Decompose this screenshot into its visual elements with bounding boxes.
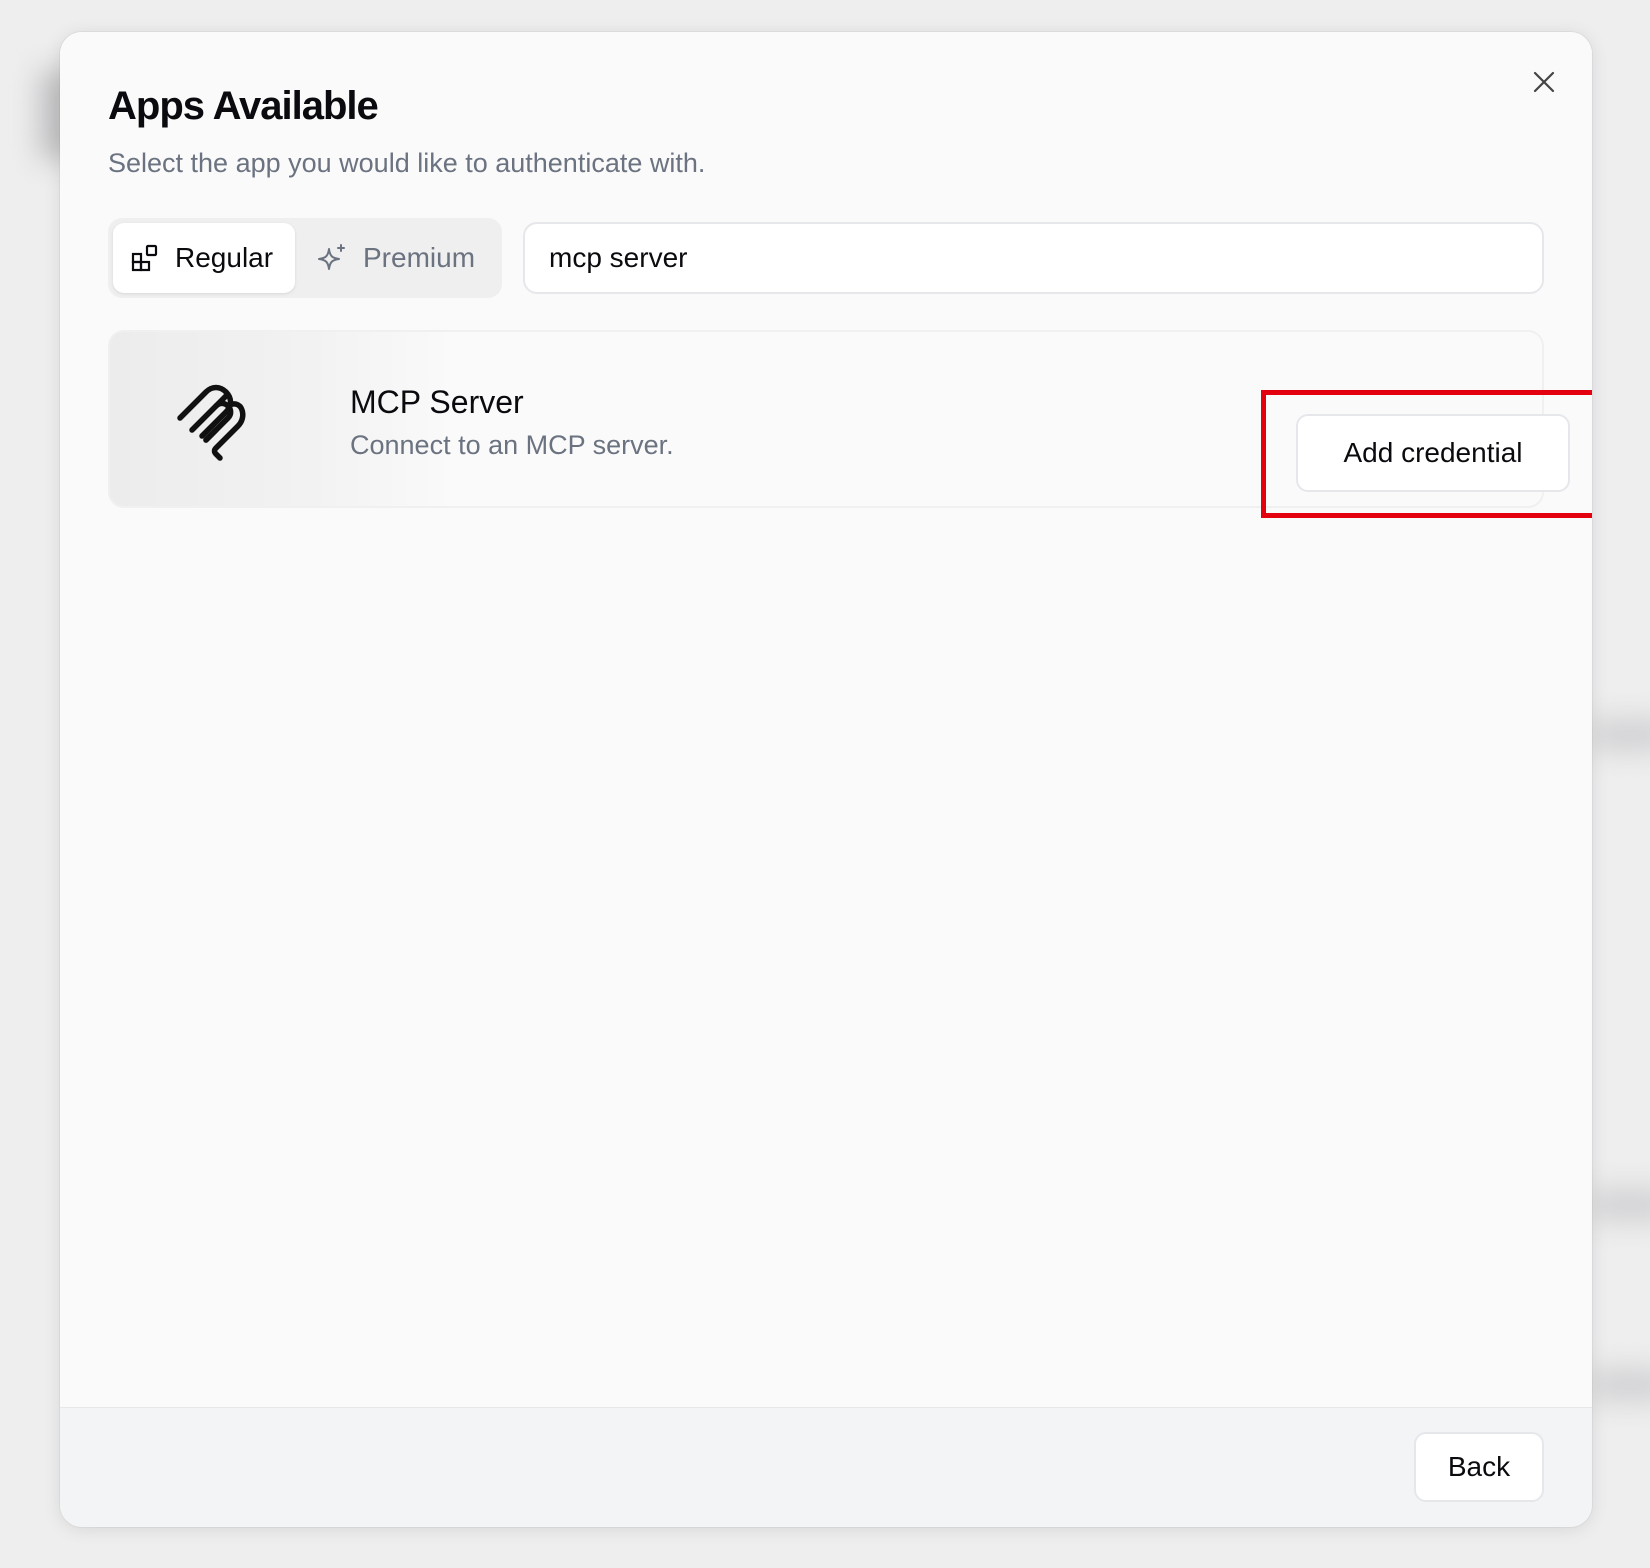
background-shape xyxy=(1590,1370,1650,1400)
sparkles-icon xyxy=(318,244,345,270)
app-name: MCP Server xyxy=(350,384,524,420)
back-button[interactable]: Back xyxy=(1414,1432,1544,1502)
tier-toggle: Regular Premium xyxy=(108,218,502,298)
mcp-logo-icon xyxy=(177,384,246,461)
apps-available-dialog: Apps Available Select the app you would … xyxy=(60,32,1592,1527)
dialog-subtitle: Select the app you would like to authent… xyxy=(108,148,706,178)
tab-regular-label: Regular xyxy=(175,242,274,273)
close-button[interactable] xyxy=(1524,62,1564,102)
background-shape xyxy=(1590,720,1650,750)
add-credential-button[interactable]: Add credential xyxy=(1296,414,1570,492)
tab-premium[interactable]: Premium xyxy=(299,223,493,293)
dialog-title: Apps Available xyxy=(108,84,379,128)
background-shape xyxy=(1590,1190,1650,1220)
tab-premium-label: Premium xyxy=(363,242,476,273)
dialog-footer: Back xyxy=(60,1407,1592,1527)
app-description: Connect to an MCP server. xyxy=(350,430,674,460)
dialog-body: Apps Available Select the app you would … xyxy=(60,32,1592,1407)
tab-regular[interactable]: Regular xyxy=(113,223,295,293)
apps-grid-icon xyxy=(131,244,158,272)
close-icon xyxy=(1533,71,1555,93)
search-input[interactable] xyxy=(523,222,1544,294)
